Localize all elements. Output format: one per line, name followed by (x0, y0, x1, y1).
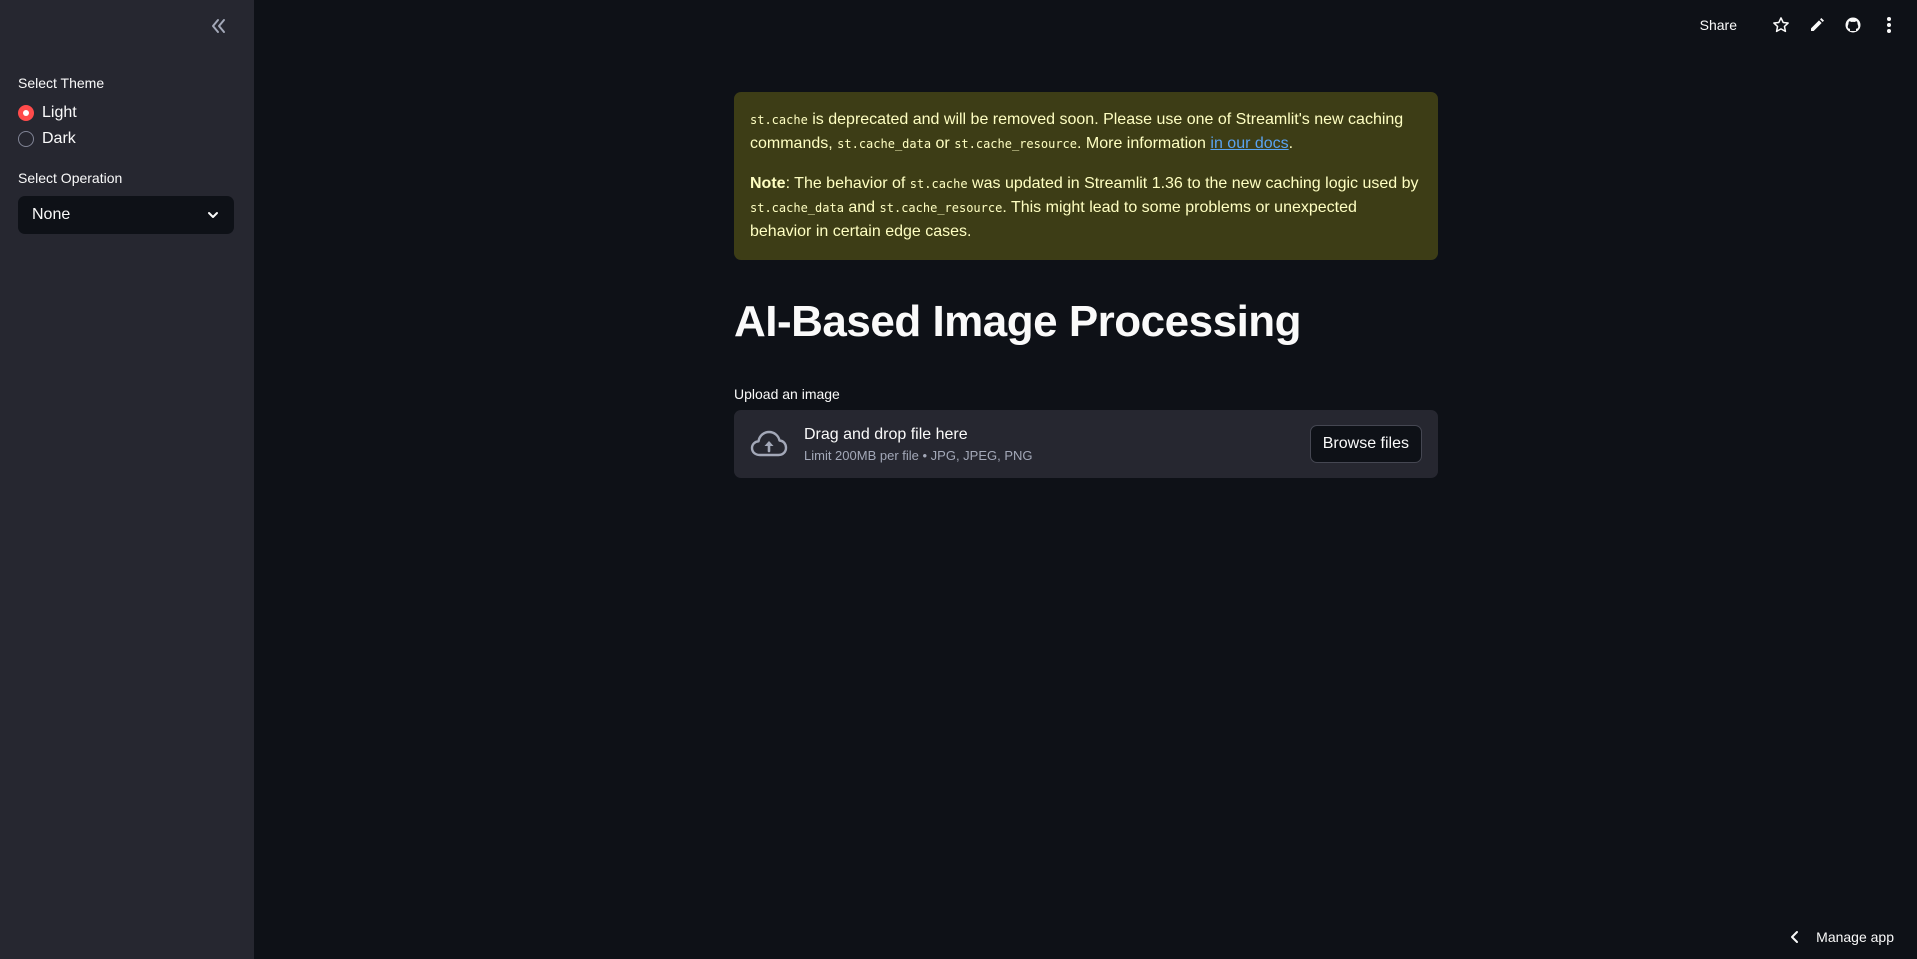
page-title: AI-Based Image Processing (734, 297, 1302, 346)
inline-code: st.cache_data (750, 201, 844, 215)
note-label: Note (750, 175, 786, 192)
share-button[interactable]: Share (1700, 17, 1737, 33)
manage-app-button[interactable]: Manage app (1790, 929, 1894, 945)
warning-text: or (931, 135, 955, 152)
operation-label: Select Operation (18, 170, 123, 186)
collapse-sidebar-button[interactable] (206, 14, 230, 38)
operation-select-value: None (32, 206, 71, 223)
operation-select[interactable]: None (18, 196, 234, 234)
warning-text: and (843, 199, 880, 216)
deprecation-warning: st.cache is deprecated and will be remov… (734, 92, 1438, 260)
github-button[interactable] (1843, 15, 1863, 35)
theme-radio-light[interactable]: Light (18, 104, 77, 122)
warning-text: . More information (1077, 135, 1211, 152)
inline-code: st.cache (909, 177, 968, 191)
warning-paragraph-2: Note: The behavior of st.cache was updat… (750, 172, 1422, 244)
dropzone-subtitle: Limit 200MB per file • JPG, JPEG, PNG (804, 447, 1033, 463)
docs-link[interactable]: in our docs (1210, 135, 1288, 152)
inline-code: st.cache_data (837, 137, 932, 151)
warning-text: was updated in Streamlit 1.36 to the new… (967, 175, 1419, 192)
chevron-down-icon (208, 212, 218, 218)
warning-text: . (1288, 135, 1294, 152)
browse-files-button[interactable]: Browse files (1309, 425, 1422, 463)
radio-checked-icon (18, 105, 34, 121)
theme-option-label: Light (42, 104, 77, 121)
main-menu-button[interactable] (1879, 15, 1899, 35)
edit-button[interactable] (1807, 15, 1827, 35)
file-dropzone[interactable]: Drag and drop file here Limit 200MB per … (734, 410, 1438, 478)
kebab-menu-icon (1887, 17, 1891, 33)
dropzone-text: Drag and drop file here Limit 200MB per … (804, 426, 1310, 463)
theme-radio-dark[interactable]: Dark (18, 130, 76, 148)
dropzone-title: Drag and drop file here (804, 425, 968, 443)
chevron-left-icon (1790, 930, 1800, 944)
manage-app-label: Manage app (1816, 929, 1894, 945)
inline-code: st.cache_resource (954, 137, 1078, 151)
theme-option-label: Dark (42, 130, 76, 147)
upload-label: Upload an image (734, 386, 840, 402)
sidebar: Select Theme Light Dark Select Operation… (0, 0, 254, 959)
theme-label: Select Theme (18, 75, 105, 91)
main-content: st.cache is deprecated and will be remov… (734, 92, 1438, 478)
inline-code: st.cache (750, 113, 808, 127)
inline-code: st.cache_resource (879, 201, 1003, 215)
warning-text: : The behavior of (785, 175, 910, 192)
github-icon (1845, 17, 1861, 33)
cloud-upload-icon (750, 425, 788, 463)
app-root: Select Theme Light Dark Select Operation… (0, 0, 1917, 959)
double-chevron-left-icon (212, 19, 225, 33)
header-toolbar: Share (1700, 12, 1899, 38)
warning-paragraph-1: st.cache is deprecated and will be remov… (750, 108, 1422, 156)
star-icon (1773, 17, 1789, 33)
pencil-icon (1811, 18, 1824, 31)
radio-unchecked-icon (18, 131, 34, 147)
favorite-button[interactable] (1771, 15, 1791, 35)
